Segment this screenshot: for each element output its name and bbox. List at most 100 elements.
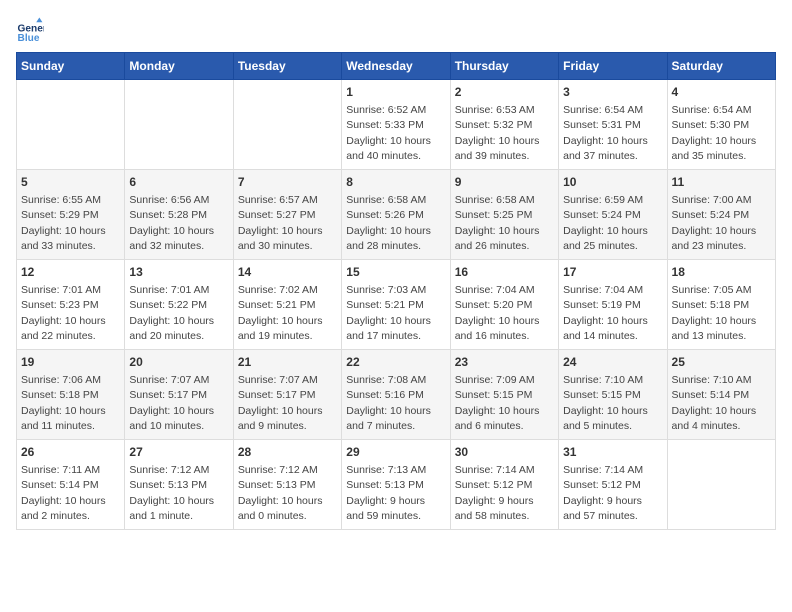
day-number: 15 (346, 264, 445, 281)
day-number: 20 (129, 354, 228, 371)
day-info: Sunrise: 7:12 AM Sunset: 5:13 PM Dayligh… (129, 464, 214, 522)
day-number: 29 (346, 444, 445, 461)
calendar-cell (233, 80, 341, 170)
calendar-cell (125, 80, 233, 170)
day-info: Sunrise: 6:54 AM Sunset: 5:31 PM Dayligh… (563, 104, 648, 162)
day-info: Sunrise: 7:02 AM Sunset: 5:21 PM Dayligh… (238, 284, 323, 342)
calendar-cell: 16 Sunrise: 7:04 AM Sunset: 5:20 PM Dayli… (450, 260, 558, 350)
calendar-cell: 27 Sunrise: 7:12 AM Sunset: 5:13 PM Dayli… (125, 440, 233, 530)
day-number: 22 (346, 354, 445, 371)
day-info: Sunrise: 7:12 AM Sunset: 5:13 PM Dayligh… (238, 464, 323, 522)
day-number: 4 (672, 84, 771, 101)
day-number: 16 (455, 264, 554, 281)
day-info: Sunrise: 7:09 AM Sunset: 5:15 PM Dayligh… (455, 374, 540, 432)
day-number: 28 (238, 444, 337, 461)
calendar-cell: 29 Sunrise: 7:13 AM Sunset: 5:13 PM Dayli… (342, 440, 450, 530)
day-info: Sunrise: 7:01 AM Sunset: 5:22 PM Dayligh… (129, 284, 214, 342)
day-number: 11 (672, 174, 771, 191)
day-number: 2 (455, 84, 554, 101)
day-number: 21 (238, 354, 337, 371)
calendar-header-row: SundayMondayTuesdayWednesdayThursdayFrid… (17, 53, 776, 80)
calendar-cell: 20 Sunrise: 7:07 AM Sunset: 5:17 PM Dayli… (125, 350, 233, 440)
calendar-cell: 18Sunrise: 7:05 AM Sunset: 5:18 PM Dayli… (667, 260, 775, 350)
calendar-cell: 17 Sunrise: 7:04 AM Sunset: 5:19 PM Dayli… (559, 260, 667, 350)
header-monday: Monday (125, 53, 233, 80)
calendar-cell: 2 Sunrise: 6:53 AM Sunset: 5:32 PM Daylig… (450, 80, 558, 170)
day-info: Sunrise: 7:03 AM Sunset: 5:21 PM Dayligh… (346, 284, 431, 342)
logo-icon: General Blue (16, 16, 44, 44)
calendar-cell: 4 Sunrise: 6:54 AM Sunset: 5:30 PM Daylig… (667, 80, 775, 170)
day-info: Sunrise: 6:59 AM Sunset: 5:24 PM Dayligh… (563, 194, 648, 252)
page-header: General Blue (16, 16, 776, 44)
calendar-cell: 12 Sunrise: 7:01 AM Sunset: 5:23 PM Dayli… (17, 260, 125, 350)
header-friday: Friday (559, 53, 667, 80)
day-info: Sunrise: 7:06 AM Sunset: 5:18 PM Dayligh… (21, 374, 106, 432)
day-info: Sunrise: 7:01 AM Sunset: 5:23 PM Dayligh… (21, 284, 106, 342)
calendar-table: SundayMondayTuesdayWednesdayThursdayFrid… (16, 52, 776, 530)
day-number: 23 (455, 354, 554, 371)
calendar-cell: 15 Sunrise: 7:03 AM Sunset: 5:21 PM Dayli… (342, 260, 450, 350)
day-info: Sunrise: 6:55 AM Sunset: 5:29 PM Dayligh… (21, 194, 106, 252)
day-number: 24 (563, 354, 662, 371)
day-number: 8 (346, 174, 445, 191)
day-info: Sunrise: 7:07 AM Sunset: 5:17 PM Dayligh… (129, 374, 214, 432)
calendar-cell: 6 Sunrise: 6:56 AM Sunset: 5:28 PM Daylig… (125, 170, 233, 260)
day-number: 12 (21, 264, 120, 281)
day-info: Sunrise: 6:53 AM Sunset: 5:32 PM Dayligh… (455, 104, 540, 162)
day-number: 3 (563, 84, 662, 101)
day-number: 27 (129, 444, 228, 461)
calendar-cell: 22 Sunrise: 7:08 AM Sunset: 5:16 PM Dayli… (342, 350, 450, 440)
day-number: 10 (563, 174, 662, 191)
week-row-3: 12 Sunrise: 7:01 AM Sunset: 5:23 PM Dayli… (17, 260, 776, 350)
calendar-cell: 28 Sunrise: 7:12 AM Sunset: 5:13 PM Dayli… (233, 440, 341, 530)
calendar-cell: 25Sunrise: 7:10 AM Sunset: 5:14 PM Dayli… (667, 350, 775, 440)
calendar-cell: 23 Sunrise: 7:09 AM Sunset: 5:15 PM Dayli… (450, 350, 558, 440)
day-info: Sunrise: 7:14 AM Sunset: 5:12 PM Dayligh… (563, 464, 643, 522)
day-info: Sunrise: 6:57 AM Sunset: 5:27 PM Dayligh… (238, 194, 323, 252)
calendar-cell (17, 80, 125, 170)
header-wednesday: Wednesday (342, 53, 450, 80)
calendar-cell: 31 Sunrise: 7:14 AM Sunset: 5:12 PM Dayli… (559, 440, 667, 530)
day-info: Sunrise: 7:08 AM Sunset: 5:16 PM Dayligh… (346, 374, 431, 432)
calendar-cell: 10 Sunrise: 6:59 AM Sunset: 5:24 PM Dayli… (559, 170, 667, 260)
calendar-cell: 11 Sunrise: 7:00 AM Sunset: 5:24 PM Dayli… (667, 170, 775, 260)
day-number: 9 (455, 174, 554, 191)
day-info: Sunrise: 6:58 AM Sunset: 5:26 PM Dayligh… (346, 194, 431, 252)
week-row-2: 5Sunrise: 6:55 AM Sunset: 5:29 PM Daylig… (17, 170, 776, 260)
calendar-cell: 9 Sunrise: 6:58 AM Sunset: 5:25 PM Daylig… (450, 170, 558, 260)
day-info: Sunrise: 7:04 AM Sunset: 5:19 PM Dayligh… (563, 284, 648, 342)
header-thursday: Thursday (450, 53, 558, 80)
calendar-cell: 30Sunrise: 7:14 AM Sunset: 5:12 PM Dayli… (450, 440, 558, 530)
day-number: 30 (455, 444, 554, 461)
svg-text:Blue: Blue (18, 33, 40, 44)
day-number: 14 (238, 264, 337, 281)
day-info: Sunrise: 7:04 AM Sunset: 5:20 PM Dayligh… (455, 284, 540, 342)
calendar-cell: 26Sunrise: 7:11 AM Sunset: 5:14 PM Dayli… (17, 440, 125, 530)
calendar-cell: 5Sunrise: 6:55 AM Sunset: 5:29 PM Daylig… (17, 170, 125, 260)
day-number: 17 (563, 264, 662, 281)
day-number: 1 (346, 84, 445, 101)
day-info: Sunrise: 7:00 AM Sunset: 5:24 PM Dayligh… (672, 194, 757, 252)
logo: General Blue (16, 16, 44, 44)
header-sunday: Sunday (17, 53, 125, 80)
day-number: 6 (129, 174, 228, 191)
week-row-1: 1Sunrise: 6:52 AM Sunset: 5:33 PM Daylig… (17, 80, 776, 170)
day-number: 25 (672, 354, 771, 371)
day-number: 31 (563, 444, 662, 461)
day-info: Sunrise: 6:58 AM Sunset: 5:25 PM Dayligh… (455, 194, 540, 252)
calendar-cell: 3 Sunrise: 6:54 AM Sunset: 5:31 PM Daylig… (559, 80, 667, 170)
calendar-cell: 24 Sunrise: 7:10 AM Sunset: 5:15 PM Dayli… (559, 350, 667, 440)
day-info: Sunrise: 7:13 AM Sunset: 5:13 PM Dayligh… (346, 464, 426, 522)
week-row-4: 19Sunrise: 7:06 AM Sunset: 5:18 PM Dayli… (17, 350, 776, 440)
header-tuesday: Tuesday (233, 53, 341, 80)
day-info: Sunrise: 6:56 AM Sunset: 5:28 PM Dayligh… (129, 194, 214, 252)
calendar-cell: 1Sunrise: 6:52 AM Sunset: 5:33 PM Daylig… (342, 80, 450, 170)
day-info: Sunrise: 6:54 AM Sunset: 5:30 PM Dayligh… (672, 104, 757, 162)
day-number: 26 (21, 444, 120, 461)
day-info: Sunrise: 7:10 AM Sunset: 5:15 PM Dayligh… (563, 374, 648, 432)
calendar-cell (667, 440, 775, 530)
calendar-cell: 21Sunrise: 7:07 AM Sunset: 5:17 PM Dayli… (233, 350, 341, 440)
day-info: Sunrise: 7:05 AM Sunset: 5:18 PM Dayligh… (672, 284, 757, 342)
header-saturday: Saturday (667, 53, 775, 80)
calendar-cell: 7Sunrise: 6:57 AM Sunset: 5:27 PM Daylig… (233, 170, 341, 260)
